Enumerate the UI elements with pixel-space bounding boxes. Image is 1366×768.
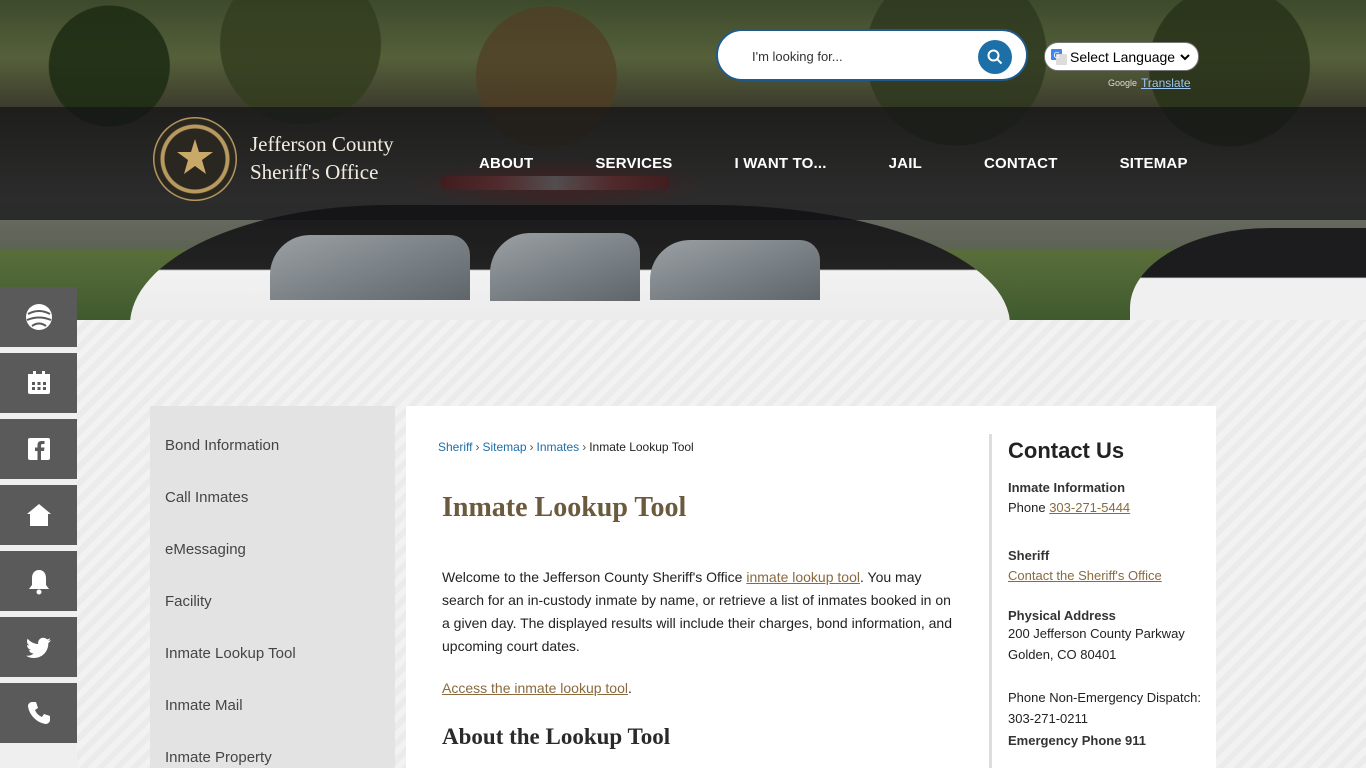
emergency-label: Emergency Phone 911 bbox=[1008, 733, 1147, 748]
twitter-icon bbox=[25, 637, 51, 658]
access-lookup-tool-link[interactable]: Access the inmate lookup tool bbox=[442, 680, 628, 696]
sheriff-seal-logo[interactable] bbox=[153, 117, 237, 201]
phone-button[interactable] bbox=[0, 683, 77, 743]
non-emergency-phone: 303-271-0211 bbox=[1008, 711, 1088, 726]
search-icon bbox=[987, 49, 1003, 65]
police-car-2 bbox=[1130, 228, 1366, 320]
calendar-icon bbox=[27, 371, 50, 394]
nav-i-want-to[interactable]: I WANT TO... bbox=[704, 155, 858, 172]
section-title-about: About the Lookup Tool bbox=[442, 724, 671, 749]
access-paragraph: Access the inmate lookup tool. bbox=[442, 680, 632, 696]
facebook-icon bbox=[27, 438, 50, 460]
sidebar-item-facility[interactable]: Facility bbox=[150, 576, 395, 628]
search-box[interactable] bbox=[716, 29, 1028, 81]
inmate-lookup-tool-link[interactable]: inmate lookup tool bbox=[746, 569, 860, 585]
logo-line2: Sheriff's Office bbox=[250, 160, 379, 184]
intro-text-before: Welcome to the Jefferson County Sheriff'… bbox=[442, 569, 747, 585]
primary-nav: ABOUT SERVICES I WANT TO... JAIL CONTACT… bbox=[448, 107, 1219, 220]
sidebar-item-inmate-mail[interactable]: Inmate Mail bbox=[150, 680, 395, 732]
non-emergency-label: Phone Non-Emergency Dispatch: bbox=[1008, 690, 1201, 705]
bell-icon bbox=[28, 570, 49, 595]
calendar-button[interactable] bbox=[0, 353, 77, 413]
facebook-button[interactable] bbox=[0, 419, 77, 479]
translate-link[interactable]: Translate bbox=[1141, 76, 1191, 90]
breadcrumb: Sheriff › Sitemap › Inmates › Inmate Lookup To… bbox=[438, 440, 694, 454]
page-title: Inmate Lookup Tool bbox=[442, 492, 687, 523]
address-line1: 200 Jefferson County Parkway bbox=[1008, 626, 1185, 641]
inmate-phone-link[interactable]: 303-271-5444 bbox=[1049, 500, 1130, 515]
inmate-phone-prefix: Phone bbox=[1008, 500, 1050, 515]
translate-line: Google Translate bbox=[1108, 76, 1191, 90]
alerts-button[interactable] bbox=[0, 551, 77, 611]
police-car bbox=[130, 205, 1010, 320]
address-label: Physical Address bbox=[1008, 608, 1116, 623]
language-select-value: Select Language bbox=[1070, 48, 1176, 65]
svg-text:G: G bbox=[1054, 51, 1060, 60]
sheriff-label: Sheriff bbox=[1008, 548, 1050, 563]
globe-icon bbox=[25, 304, 52, 330]
main-content: Sheriff › Sitemap › Inmates › Inmate Lookup To… bbox=[406, 406, 1216, 768]
nav-sitemap[interactable]: SITEMAP bbox=[1089, 155, 1219, 172]
home-button[interactable] bbox=[0, 485, 77, 545]
intro-paragraph: Welcome to the Jefferson County Sheriff'… bbox=[442, 566, 952, 658]
logo-line1: Jefferson County bbox=[250, 132, 394, 156]
search-button[interactable] bbox=[978, 40, 1012, 74]
breadcrumb-sitemap[interactable]: Sitemap bbox=[482, 440, 526, 454]
breadcrumb-current: Inmate Lookup Tool bbox=[589, 440, 694, 454]
access-period: . bbox=[628, 680, 632, 696]
social-sidebar bbox=[0, 287, 77, 749]
section-sidebar: Bond Information Call Inmates eMessaging… bbox=[150, 406, 395, 768]
home-icon bbox=[26, 504, 51, 526]
sidebar-item-inmate-property[interactable]: Inmate Property bbox=[150, 732, 395, 768]
inmate-info-label: Inmate Information bbox=[1008, 480, 1126, 495]
nav-about[interactable]: ABOUT bbox=[448, 155, 564, 172]
nav-services[interactable]: SERVICES bbox=[564, 155, 703, 172]
search-input[interactable] bbox=[752, 45, 972, 67]
nav-jail[interactable]: JAIL bbox=[858, 155, 953, 172]
nav-contact[interactable]: CONTACT bbox=[953, 155, 1089, 172]
contact-heading: Contact Us bbox=[1008, 438, 1125, 463]
inmate-phone-line: Phone 303-271-5444 bbox=[1008, 497, 1209, 518]
sidebar-item-emessaging[interactable]: eMessaging bbox=[150, 524, 395, 576]
powered-by-google: Google bbox=[1108, 78, 1138, 88]
globe-button[interactable] bbox=[0, 287, 77, 347]
logo-text[interactable]: Jefferson County Sheriff's Office bbox=[250, 130, 394, 186]
sidebar-item-inmate-lookup-tool[interactable]: Inmate Lookup Tool bbox=[150, 628, 395, 680]
star-badge-icon bbox=[177, 139, 213, 174]
sidebar-item-call-inmates[interactable]: Call Inmates bbox=[150, 472, 395, 524]
breadcrumb-inmates[interactable]: Inmates bbox=[537, 440, 580, 454]
google-translate-icon: G bbox=[1051, 48, 1067, 65]
twitter-button[interactable] bbox=[0, 617, 77, 677]
chevron-down-icon bbox=[1180, 54, 1190, 61]
language-select[interactable]: G Select Language bbox=[1044, 42, 1199, 71]
address-line2: Golden, CO 80401 bbox=[1008, 647, 1117, 662]
contact-panel: Contact Us Inmate Information Phone 303-… bbox=[989, 434, 1209, 768]
contact-sheriff-link[interactable]: Contact the Sheriff's Office bbox=[1008, 568, 1162, 583]
breadcrumb-sheriff[interactable]: Sheriff bbox=[438, 440, 472, 454]
phone-icon bbox=[27, 702, 50, 724]
sidebar-item-bond-information[interactable]: Bond Information bbox=[150, 420, 395, 472]
